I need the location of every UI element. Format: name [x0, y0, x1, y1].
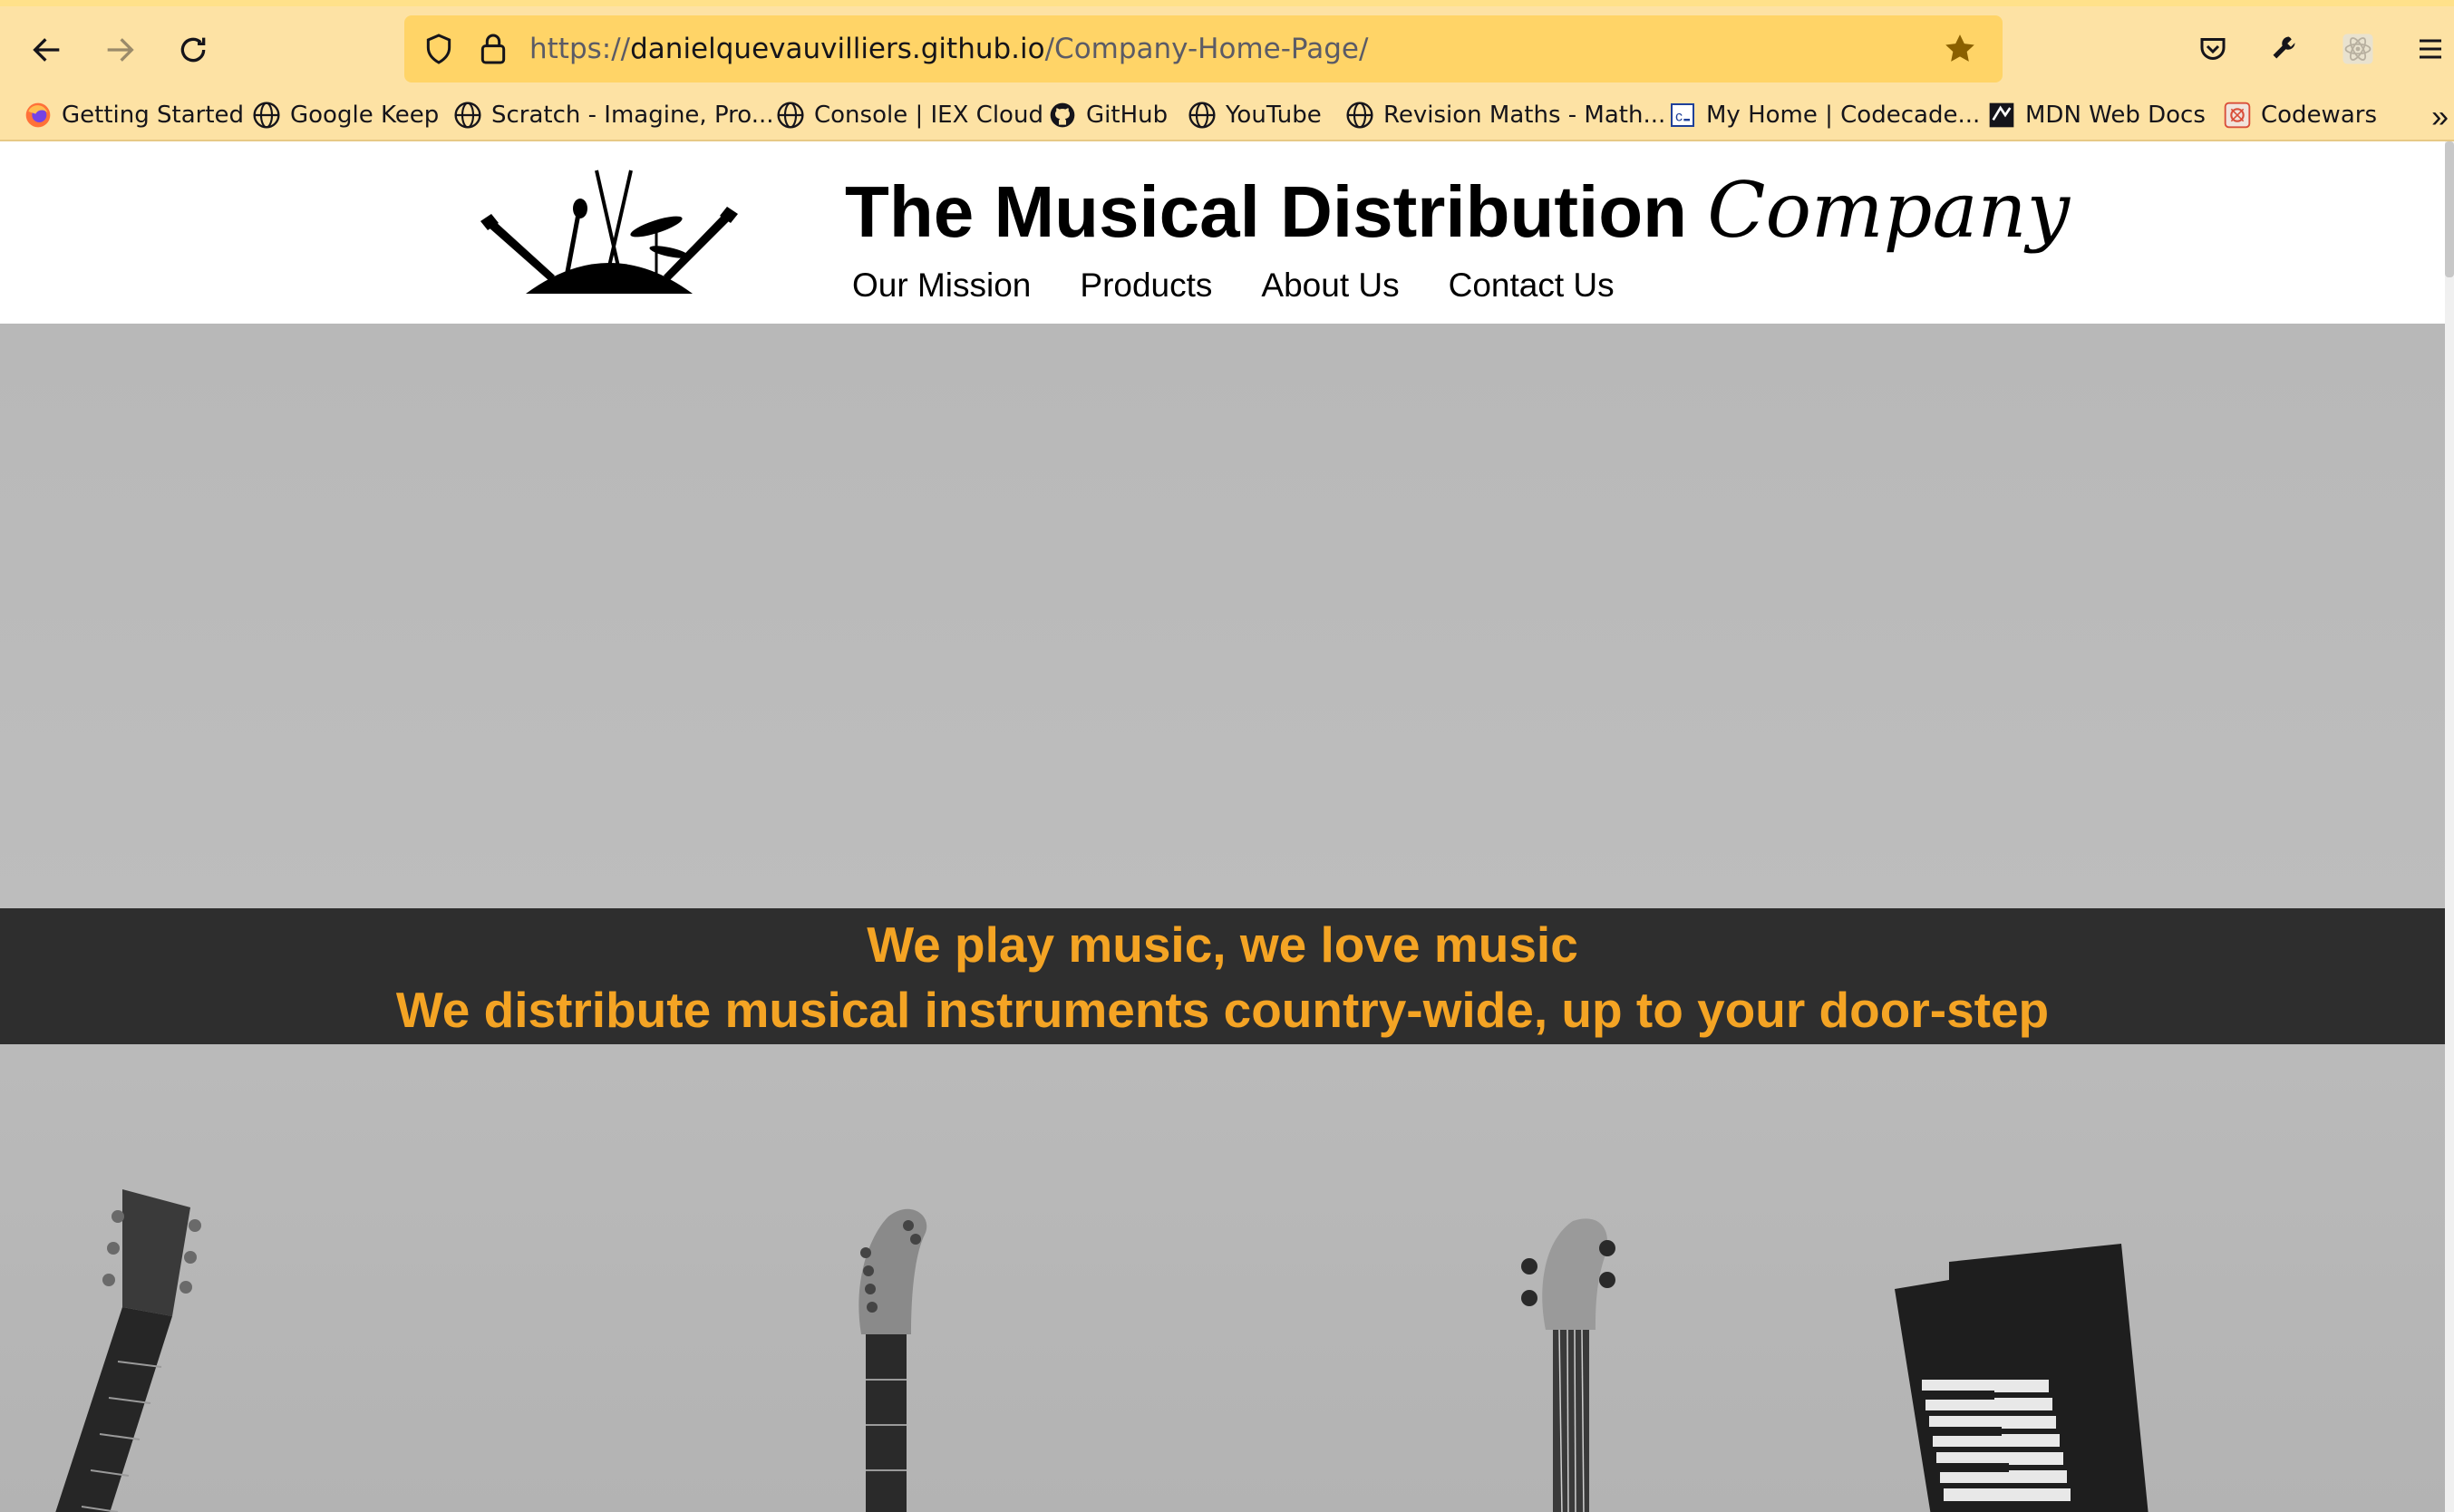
pocket-icon: [2200, 38, 2226, 60]
url-bar[interactable]: https://danielquevauvilliers.github.io/C…: [404, 15, 2003, 82]
bookmarks-bar: Getting Started Google Keep Scratch - Im…: [0, 89, 2454, 141]
globe-icon: [453, 101, 482, 130]
menu-button[interactable]: [2410, 28, 2451, 70]
bookmark-label: Revision Maths - Math...: [1383, 102, 1666, 129]
site-title-script: Company: [1707, 166, 2071, 255]
url-scheme: https://: [529, 33, 631, 65]
bookmark-label: Getting Started: [62, 102, 245, 129]
site-header: The Musical Distribution Company Our Mis…: [0, 141, 2445, 324]
hero-section: We play music, we love music We distribu…: [0, 324, 2445, 1512]
globe-icon: [1345, 101, 1374, 130]
forward-button[interactable]: [92, 23, 147, 77]
electric-guitar-image: [858, 1208, 927, 1512]
nav-link-about-us[interactable]: About Us: [1261, 263, 1399, 308]
bookmark-getting-started[interactable]: Getting Started: [24, 94, 244, 136]
svg-text:c: c: [1675, 110, 1683, 125]
bookmark-codecademy[interactable]: c My Home | Codecade...: [1668, 94, 1980, 136]
tools-button[interactable]: [2265, 28, 2306, 70]
bookmark-revision-maths[interactable]: Revision Maths - Math...: [1345, 94, 1665, 136]
site-title-main: The Musical Distribution: [845, 171, 1687, 252]
globe-icon: [252, 101, 281, 130]
github-icon: [1048, 101, 1077, 130]
bookmark-label: Scratch - Imagine, Pro...: [491, 102, 774, 129]
nav-link-contact-us[interactable]: Contact Us: [1449, 263, 1615, 308]
url-path: /Company-Home-Page/: [1044, 33, 1369, 65]
bookmark-scratch[interactable]: Scratch - Imagine, Pro...: [453, 94, 774, 136]
firefox-icon: [24, 101, 53, 130]
company-logo-icon[interactable]: [479, 169, 740, 296]
back-button[interactable]: [20, 23, 74, 77]
scrollbar-thumb[interactable]: [2445, 141, 2454, 277]
codecademy-icon: c: [1668, 101, 1697, 130]
mdn-icon: [1987, 101, 2016, 130]
bookmark-youtube[interactable]: YouTube: [1188, 94, 1322, 136]
url-text[interactable]: https://danielquevauvilliers.github.io/C…: [529, 32, 1368, 66]
page-scrollbar[interactable]: [2445, 141, 2454, 1512]
banner-headline: We play music, we love music: [867, 916, 1578, 973]
browser-toolbar: https://danielquevauvilliers.github.io/C…: [0, 0, 2454, 89]
site-title: The Musical Distribution Company: [845, 165, 2070, 257]
site-nav: Our Mission Products About Us Contact Us: [852, 263, 1615, 308]
url-host: danielquevauvilliers.github.io: [630, 33, 1045, 65]
instruments-photo: [0, 1044, 2445, 1512]
bookmark-iex-cloud[interactable]: Console | IEX Cloud: [776, 94, 1043, 136]
wrench-icon: [2273, 36, 2295, 59]
lock-icon[interactable]: [475, 31, 511, 67]
nav-link-products[interactable]: Products: [1080, 263, 1212, 308]
nav-link-our-mission[interactable]: Our Mission: [852, 263, 1031, 308]
arrow-right-icon: [107, 38, 134, 62]
banner-subheadline: We distribute musical instruments countr…: [395, 982, 2050, 1038]
hero-banner: We play music, we love music We distribu…: [0, 908, 2445, 1044]
codewars-icon: [2223, 101, 2252, 130]
web-page: The Musical Distribution Company Our Mis…: [0, 141, 2454, 1512]
bookmark-star-icon[interactable]: [1942, 31, 1978, 67]
bookmark-label: Codewars: [2261, 102, 2377, 129]
bookmarks-overflow-button[interactable]: »: [2431, 100, 2449, 135]
bookmark-github[interactable]: GitHub: [1048, 94, 1168, 136]
bookmark-label: Google Keep: [290, 102, 440, 129]
globe-icon: [776, 101, 805, 130]
shield-icon[interactable]: [421, 31, 457, 67]
globe-icon: [1188, 101, 1217, 130]
keyboard-image: [1895, 1244, 2148, 1512]
reload-button[interactable]: [166, 23, 220, 77]
reload-icon: [180, 37, 206, 63]
hamburger-menu-icon: [2420, 39, 2441, 59]
bookmark-codewars[interactable]: Codewars: [2223, 94, 2377, 136]
bookmark-label: MDN Web Docs: [2025, 102, 2206, 129]
arrow-left-icon: [33, 38, 60, 62]
react-devtools-button[interactable]: [2337, 28, 2379, 70]
acoustic-guitar-image: [55, 1189, 201, 1512]
bookmark-google-keep[interactable]: Google Keep: [252, 94, 439, 136]
bookmark-label: YouTube: [1226, 102, 1322, 129]
bookmark-mdn[interactable]: MDN Web Docs: [1987, 94, 2206, 136]
bookmark-label: GitHub: [1086, 102, 1169, 129]
hero-background-image: [0, 324, 2445, 908]
pocket-button[interactable]: [2192, 28, 2234, 70]
react-icon: [2342, 34, 2373, 64]
bass-guitar-image: [1521, 1218, 1615, 1512]
bookmark-label: My Home | Codecade...: [1706, 102, 1981, 129]
bookmark-label: Console | IEX Cloud: [814, 102, 1043, 129]
